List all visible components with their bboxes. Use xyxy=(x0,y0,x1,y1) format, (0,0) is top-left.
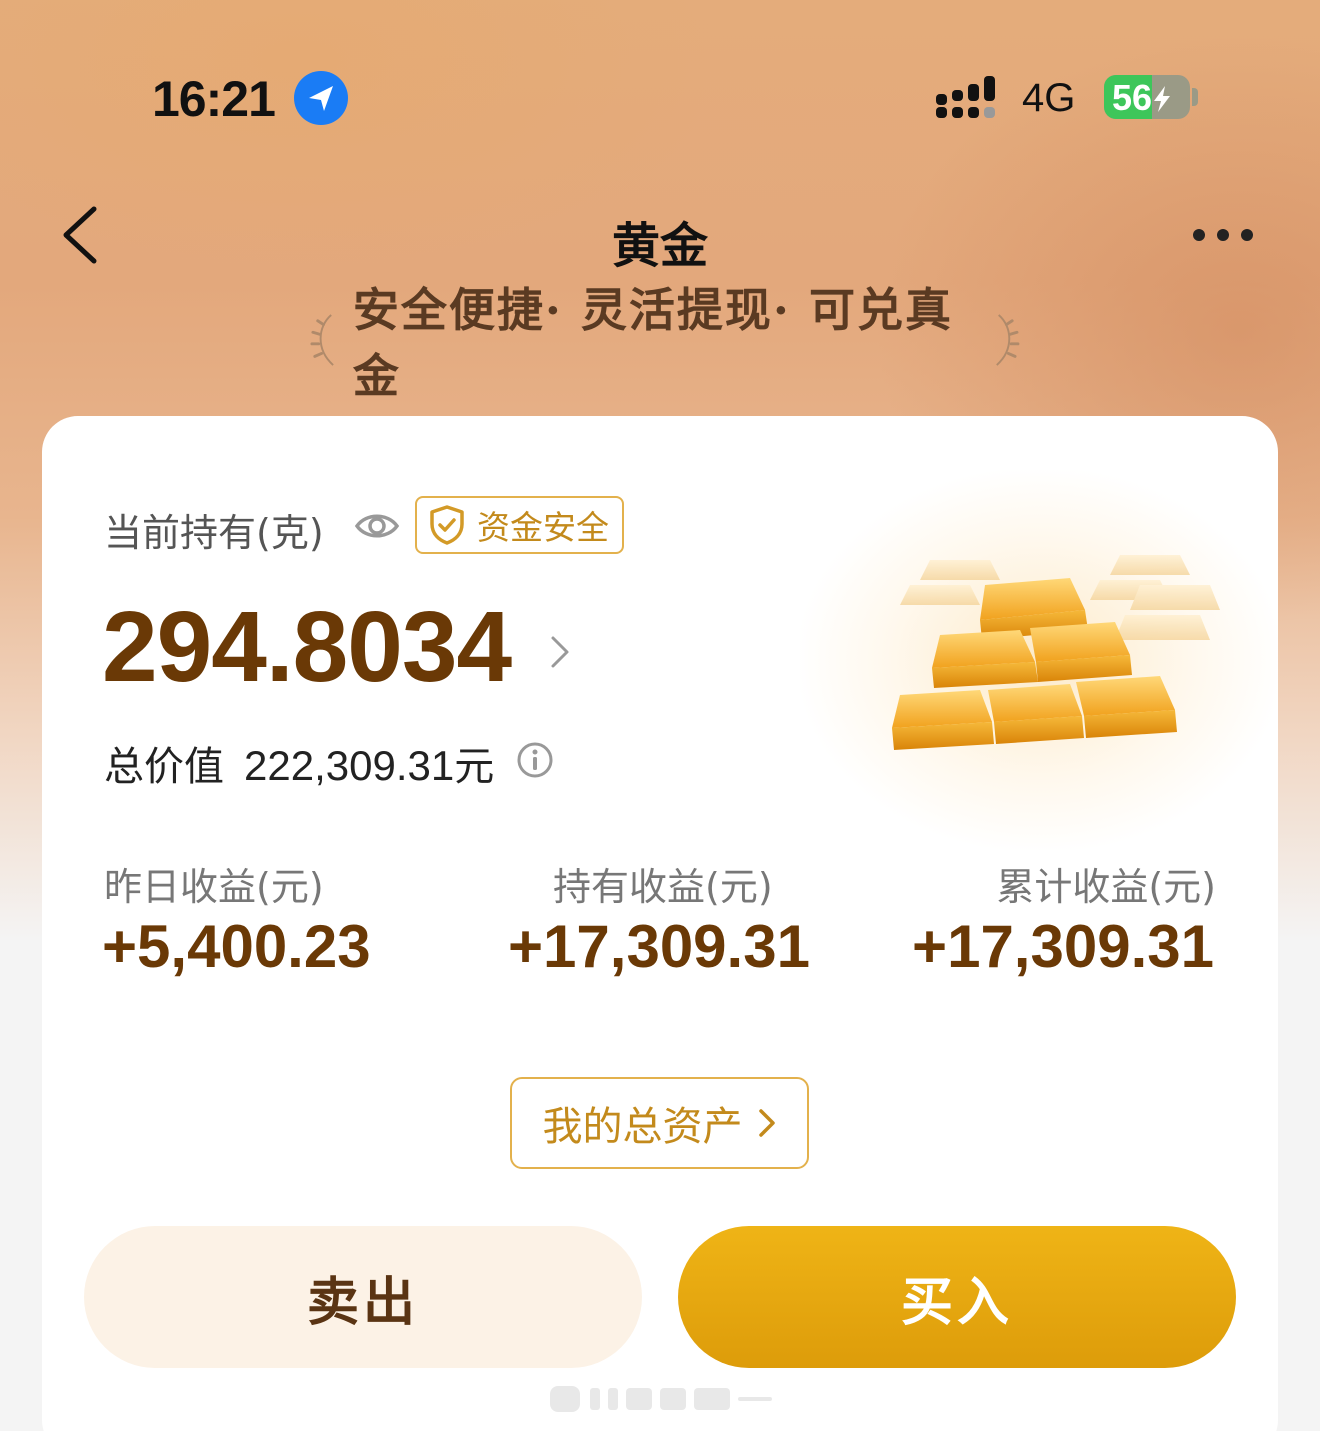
yesterday-earnings-label: 昨日收益(元) xyxy=(104,865,324,909)
fund-safety-badge[interactable]: 资金安全 xyxy=(415,496,624,554)
total-value-unit: 元 xyxy=(454,744,495,790)
more-dots-icon[interactable] xyxy=(1190,222,1256,248)
fund-safety-label: 资金安全 xyxy=(477,508,609,547)
location-arrow-icon xyxy=(294,71,348,125)
status-time: 16:21 xyxy=(152,71,276,127)
slogan-row: 安全便捷· 灵活提现· 可兑真金 xyxy=(310,283,1020,403)
chevron-left-icon[interactable] xyxy=(60,205,100,265)
laurel-right-icon xyxy=(996,314,1020,366)
shield-check-icon xyxy=(430,505,464,545)
gold-bars-image xyxy=(892,555,1220,750)
cumulative-earnings-label: 累计收益(元) xyxy=(996,865,1216,909)
laurel-left-icon xyxy=(310,314,334,366)
watermark-logo xyxy=(550,1386,772,1412)
holding-grams-value[interactable]: 294.8034 xyxy=(102,590,512,705)
total-value-amount: 222,309.31 xyxy=(244,742,455,789)
sell-button[interactable]: 卖出 xyxy=(84,1226,642,1368)
sell-label: 卖出 xyxy=(306,1272,419,1333)
eye-icon[interactable] xyxy=(354,506,400,546)
slogan-text: 安全便捷· 灵活提现· 可兑真金 xyxy=(352,283,953,403)
my-total-assets-button[interactable]: 我的总资产 xyxy=(510,1077,809,1169)
buy-button[interactable]: 买入 xyxy=(678,1226,1236,1368)
holding-label: 当前持有(克) xyxy=(104,511,324,555)
info-icon[interactable] xyxy=(516,741,554,779)
chevron-right-icon xyxy=(758,1109,775,1137)
yesterday-earnings-value: +5,400.23 xyxy=(102,913,371,980)
total-value-row: 总价值 222,309.31 元 xyxy=(104,734,494,792)
holding-earnings-label: 持有收益(元) xyxy=(553,865,773,909)
signal-icon xyxy=(936,76,995,118)
holding-earnings-value: +17,309.31 xyxy=(508,913,810,980)
battery-percent: 56 xyxy=(1112,77,1172,119)
total-value-label: 总价值 xyxy=(104,744,224,790)
my-total-assets-label: 我的总资产 xyxy=(542,1104,743,1150)
battery-charging-icon: 56 xyxy=(1104,75,1190,119)
battery-value: 56 xyxy=(1112,77,1153,118)
cumulative-earnings-value: +17,309.31 xyxy=(912,913,1214,980)
chevron-right-icon[interactable] xyxy=(548,632,572,672)
battery-cap xyxy=(1192,88,1198,106)
network-label: 4G xyxy=(1022,76,1076,120)
page-title: 黄金 xyxy=(611,218,708,274)
buy-label: 买入 xyxy=(900,1272,1013,1333)
